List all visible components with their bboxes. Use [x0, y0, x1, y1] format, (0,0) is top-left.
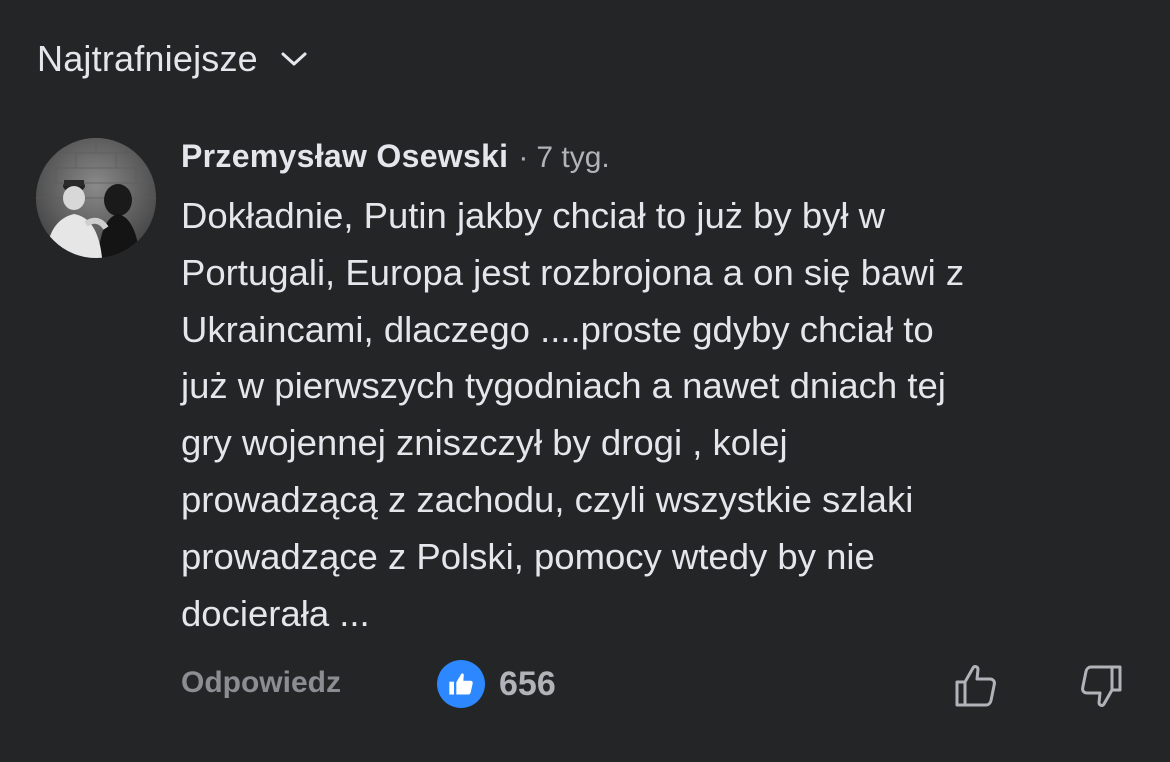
sort-label: Najtrafniejsze	[37, 38, 258, 79]
thumbs-down-outline-icon[interactable]	[1076, 662, 1126, 712]
avatar[interactable]	[36, 138, 156, 258]
reply-button[interactable]: Odpowiedz	[181, 666, 341, 700]
comment-text: Dokładnie, Putin jakby chciał to już by …	[181, 195, 965, 634]
comment-actions: Odpowiedz 656	[181, 660, 1131, 710]
author-name[interactable]: Przemysław Osewski	[181, 138, 508, 175]
sort-dropdown[interactable]: Najtrafniejsze	[37, 38, 308, 80]
comments-panel: Najtrafniejsze Przemysław Osewski · 7 ty…	[0, 0, 1170, 762]
reaction-summary[interactable]: 656	[437, 660, 556, 708]
thumbs-up-icon	[437, 660, 485, 708]
thumbs-up-outline-icon[interactable]	[951, 660, 1001, 710]
chevron-down-icon	[280, 49, 308, 69]
reaction-count: 656	[499, 664, 556, 703]
comment-timestamp[interactable]: 7 tyg.	[536, 141, 609, 175]
meta-separator: ·	[518, 141, 529, 174]
comment-header: Przemysław Osewski · 7 tyg.	[181, 138, 1141, 182]
comment-body: Przemysław Osewski · 7 tyg. Dokładnie, P…	[181, 138, 1141, 642]
